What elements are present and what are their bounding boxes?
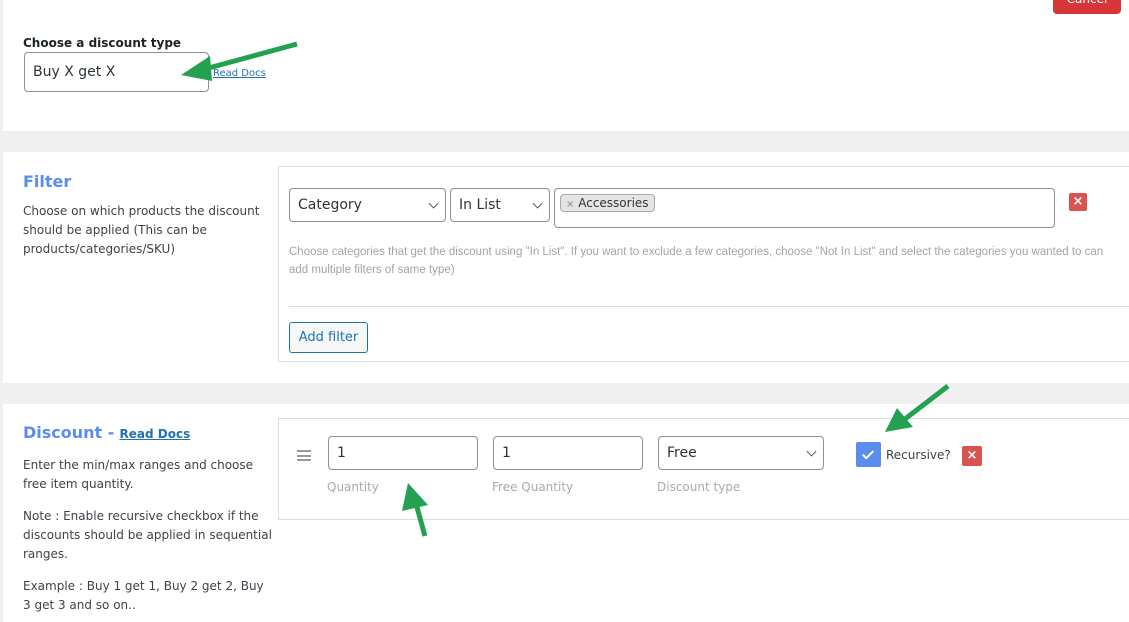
discount-desc-2: Note : Enable recursive checkbox if the … <box>23 509 272 561</box>
filter-operator-value: In List <box>459 197 501 213</box>
remove-discount-button[interactable]: × <box>962 446 982 466</box>
remove-filter-button[interactable]: × <box>1069 193 1087 211</box>
divider <box>289 306 1129 307</box>
filter-title: Filter <box>23 172 72 191</box>
free-quantity-input[interactable]: 1 <box>493 436 643 470</box>
discount-type-select[interactable]: Buy X get X <box>24 52 209 92</box>
filter-tag: × Accessories <box>560 194 655 212</box>
quantity-label: Quantity <box>327 480 379 494</box>
check-icon <box>861 447 875 460</box>
discount-read-docs-link[interactable]: Read Docs <box>120 427 191 441</box>
add-filter-button[interactable]: Add filter <box>289 322 368 353</box>
chevron-down-icon <box>428 198 439 209</box>
discount-box: 1 Quantity 1 Free Quantity Free Discount… <box>278 418 1129 520</box>
chevron-down-icon <box>532 198 543 209</box>
quantity-input[interactable]: 1 <box>328 436 478 470</box>
filter-hint-line1: Choose categories that get the discount … <box>289 246 1082 258</box>
filter-type-value: Category <box>298 197 362 213</box>
discount-title: Discount - <box>23 423 115 442</box>
discount-type-select[interactable]: Free <box>658 436 824 470</box>
free-quantity-value: 1 <box>502 445 511 461</box>
discount-type-value: Buy X get X <box>33 64 116 80</box>
discount-desc-3: Example : Buy 1 get 1, Buy 2 get 2, Buy … <box>23 579 264 612</box>
cancel-button[interactable]: Cancel <box>1053 0 1121 14</box>
filter-card: Filter Choose on which products the disc… <box>3 152 1129 383</box>
discount-type-value: Free <box>667 445 697 461</box>
recursive-checkbox[interactable] <box>856 442 881 467</box>
tag-remove-icon[interactable]: × <box>566 199 574 210</box>
tag-label: Accessories <box>578 196 649 210</box>
read-docs-link[interactable]: Read Docs <box>213 68 266 79</box>
filter-values-input[interactable]: × Accessories <box>554 188 1055 228</box>
recursive-label: Recursive? <box>886 448 951 462</box>
filter-operator-select[interactable]: In List <box>450 188 550 222</box>
filter-description: Choose on which products the discount sh… <box>23 204 260 256</box>
discount-heading: Discount - Read Docs <box>23 423 190 442</box>
discount-type-card: Cancel Choose a discount type Buy X get … <box>3 0 1129 131</box>
filter-type-select[interactable]: Category <box>289 188 446 222</box>
chevron-down-icon <box>806 446 817 457</box>
filter-box: Category In List × Accessories × Choose … <box>278 166 1129 362</box>
quantity-value: 1 <box>337 445 346 461</box>
discount-type-label: Discount type <box>657 480 741 494</box>
discount-card: Discount - Read Docs Enter the min/max r… <box>3 404 1129 622</box>
free-quantity-label: Free Quantity <box>492 480 574 494</box>
drag-handle-icon[interactable] <box>297 450 311 461</box>
discount-type-label: Choose a discount type <box>23 36 182 50</box>
discount-desc-1: Enter the min/max ranges and choose free… <box>23 458 254 491</box>
filter-hint: Choose categories that get the discount … <box>289 243 1109 279</box>
